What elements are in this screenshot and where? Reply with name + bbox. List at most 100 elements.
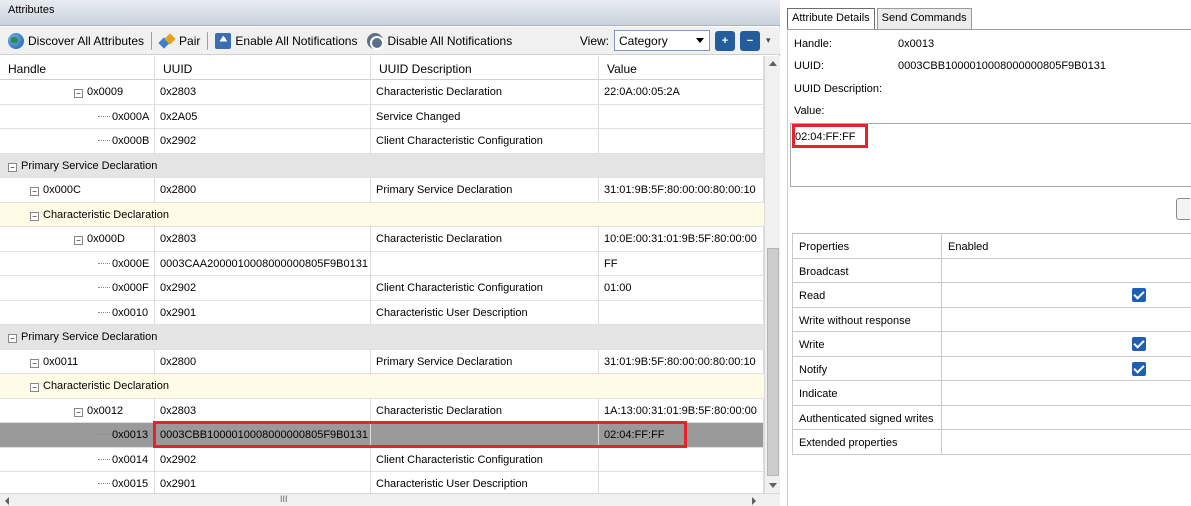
- view-select[interactable]: Category: [614, 30, 710, 51]
- service-group-row[interactable]: − Primary Service Declaration: [0, 153, 764, 178]
- tab-attribute-details[interactable]: Attribute Details: [787, 8, 875, 30]
- tree-connector: [98, 311, 110, 313]
- table-row[interactable]: −0x000D 0x2803 Characteristic Declaratio…: [0, 227, 764, 252]
- table-row[interactable]: 0x000F 0x2902 Client Characteristic Conf…: [0, 276, 764, 301]
- table-row[interactable]: 0x000B 0x2902 Client Characteristic Conf…: [0, 129, 764, 154]
- table-row[interactable]: 0x0015 0x2901 Characteristic User Descri…: [0, 472, 764, 493]
- uuid-description-cell: Client Characteristic Configuration: [371, 129, 599, 153]
- horizontal-scrollbar[interactable]: III: [0, 493, 780, 506]
- disable-all-notifications-button[interactable]: Disable All Notifications: [367, 32, 513, 50]
- handle-cell: −0x000D: [0, 227, 155, 251]
- value-text: 02:04:FF:FF: [795, 131, 856, 143]
- write-button[interactable]: [1176, 198, 1190, 220]
- column-header-value[interactable]: Value: [599, 56, 764, 80]
- value-cell: FF: [599, 251, 764, 276]
- table-row[interactable]: −0x000C 0x2800 Primary Service Declarati…: [0, 178, 764, 203]
- scroll-right-icon[interactable]: [752, 497, 756, 505]
- property-enabled-cell[interactable]: [942, 259, 1191, 283]
- column-header-handle[interactable]: Handle: [0, 56, 155, 80]
- collapse-tree-icon[interactable]: −: [74, 407, 83, 417]
- property-enabled-cell[interactable]: [942, 381, 1191, 405]
- uuid-label: UUID:: [794, 60, 824, 72]
- group-label: Primary Service Declaration: [21, 159, 158, 172]
- attributes-table-header: Handle UUID UUID Description Value: [0, 56, 764, 80]
- column-header-uuid-description[interactable]: UUID Description: [371, 56, 599, 80]
- scroll-down-icon[interactable]: [769, 483, 777, 488]
- uuid-description-cell: Client Characteristic Configuration: [371, 447, 599, 472]
- property-row-read: Read: [792, 283, 1191, 308]
- property-row-write: Write: [792, 332, 1191, 357]
- vertical-scrollbar[interactable]: [764, 56, 780, 493]
- collapse-tree-icon[interactable]: −: [30, 383, 39, 392]
- property-enabled-cell[interactable]: [942, 283, 1191, 307]
- scroll-up-icon[interactable]: [769, 61, 777, 66]
- collapse-tree-icon[interactable]: −: [30, 358, 39, 368]
- attribute-details-panel: Attribute Details Send Commands Handle: …: [783, 0, 1191, 506]
- selected-table-row[interactable]: 0x0013 0003CBB1000010008000000805F9B0131…: [0, 423, 764, 448]
- attributes-panel-title: Attributes: [0, 0, 780, 26]
- checkbox-checked-icon[interactable]: [1132, 337, 1146, 351]
- column-header-uuid[interactable]: UUID: [155, 56, 371, 80]
- value-label: Value:: [794, 105, 825, 117]
- disable-all-notifications-label: Disable All Notifications: [387, 33, 513, 48]
- value-cell: 01:00: [599, 276, 764, 300]
- scrollbar-grip[interactable]: III: [280, 494, 288, 504]
- scroll-left-icon[interactable]: [5, 497, 9, 505]
- collapse-tree-icon[interactable]: −: [74, 89, 83, 98]
- table-row[interactable]: 0x0010 0x2901 Characteristic User Descri…: [0, 300, 764, 325]
- collapse-tree-icon[interactable]: −: [30, 211, 39, 221]
- property-enabled-cell[interactable]: [942, 430, 1191, 454]
- expand-all-button[interactable]: +: [715, 30, 735, 51]
- table-row[interactable]: 0x000E 0003CAA2000010008000000805F9B0131…: [0, 251, 764, 276]
- discover-all-attributes-button[interactable]: Discover All Attributes: [8, 32, 144, 49]
- table-row[interactable]: 0x0014 0x2902 Client Characteristic Conf…: [0, 447, 764, 472]
- handle-text: 0x0014: [112, 453, 149, 466]
- handle-text: 0x0013: [112, 429, 149, 441]
- property-enabled-cell[interactable]: [942, 406, 1191, 430]
- property-name: Authenticated signed writes: [792, 405, 942, 430]
- properties-header-row: Properties Enabled: [792, 234, 1191, 259]
- characteristic-group-row[interactable]: − Characteristic Declaration: [0, 202, 764, 227]
- service-group-row[interactable]: − Primary Service Declaration: [0, 325, 764, 350]
- collapse-tree-icon[interactable]: −: [74, 236, 83, 245]
- pair-icon: [159, 33, 175, 49]
- uuid-cell: 0x2901: [155, 300, 371, 325]
- property-enabled-cell[interactable]: [942, 308, 1191, 332]
- uuid-cell: 0003CAA2000010008000000805F9B0131: [155, 251, 371, 276]
- property-enabled-cell[interactable]: [942, 357, 1191, 381]
- characteristic-group-row[interactable]: − Characteristic Declaration: [0, 374, 764, 399]
- enable-all-notifications-button[interactable]: Enable All Notifications: [215, 32, 357, 49]
- handle-cell: 0x000B: [0, 129, 155, 153]
- uuid-description-cell: [371, 423, 599, 447]
- group-label: Primary Service Declaration: [21, 331, 158, 343]
- handle-cell: 0x0013: [0, 423, 155, 447]
- handle-cell: −0x0009: [0, 80, 155, 104]
- uuid-cell: 0x2902: [155, 276, 371, 300]
- table-row[interactable]: −0x0012 0x2803 Characteristic Declaratio…: [0, 398, 764, 423]
- collapse-all-button[interactable]: −: [740, 30, 760, 51]
- handle-cell: −0x0011: [0, 349, 155, 374]
- checkbox-checked-icon[interactable]: [1132, 288, 1146, 302]
- handle-cell: 0x0015: [0, 472, 155, 493]
- scrollbar-thumb[interactable]: [767, 248, 779, 476]
- handle-text: 0x0015: [112, 478, 149, 490]
- attributes-panel: Attributes Discover All Attributes Pair …: [0, 0, 780, 506]
- collapse-tree-icon[interactable]: −: [8, 162, 17, 172]
- group-label: Characteristic Declaration: [43, 208, 169, 221]
- pair-button[interactable]: Pair: [159, 33, 200, 49]
- collapse-tree-icon[interactable]: −: [30, 187, 39, 196]
- tab-send-commands[interactable]: Send Commands: [876, 8, 972, 29]
- table-row[interactable]: −0x0011 0x2800 Primary Service Declarati…: [0, 349, 764, 374]
- view-select-value: Category: [619, 33, 668, 48]
- collapse-tree-icon[interactable]: −: [8, 334, 17, 343]
- toolbar-overflow-icon[interactable]: ▾: [766, 35, 776, 46]
- checkbox-checked-icon[interactable]: [1132, 361, 1146, 376]
- handle-text: 0x000C: [43, 184, 81, 196]
- handle-text: 0x000E: [112, 257, 150, 270]
- property-enabled-cell[interactable]: [942, 332, 1191, 356]
- table-row[interactable]: 0x000A 0x2A05 Service Changed: [0, 104, 764, 129]
- table-row[interactable]: −0x0009 0x2803 Characteristic Declaratio…: [0, 80, 764, 105]
- value-textbox[interactable]: 02:04:FF:FF: [790, 123, 1191, 187]
- enabled-column-header: Enabled: [948, 241, 989, 253]
- property-name: Indicate: [792, 381, 942, 405]
